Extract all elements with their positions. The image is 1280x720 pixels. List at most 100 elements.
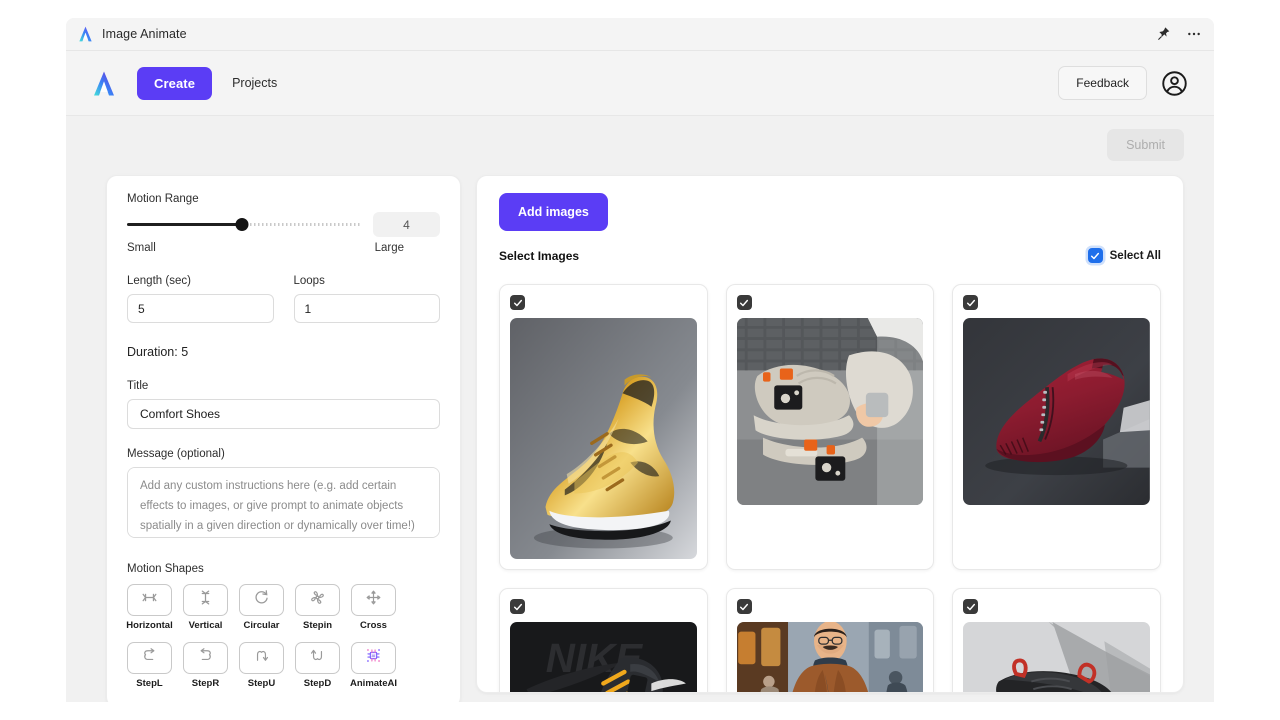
motion-shape-cross-button[interactable] [351, 584, 396, 616]
motion-shape-label: StepL [136, 678, 163, 689]
image-card[interactable] [952, 284, 1161, 570]
select-all-checkbox[interactable] [1087, 248, 1103, 263]
app-body: Submit Motion Range 4 Small Large Length… [66, 116, 1214, 702]
image-card-checkbox[interactable] [963, 295, 979, 310]
length-label: Length (sec) [127, 275, 191, 287]
step-right-arrow-icon [196, 646, 215, 670]
image-thumbnail [510, 318, 697, 559]
loops-input[interactable] [293, 294, 440, 323]
nav-projects-link[interactable]: Projects [228, 70, 281, 96]
image-card[interactable] [725, 588, 935, 692]
panels-container: Motion Range 4 Small Large Length (sec) … [66, 161, 1214, 702]
pin-icon[interactable] [1156, 26, 1172, 42]
image-card[interactable] [499, 284, 708, 570]
motion-range-row: 4 [127, 212, 440, 237]
image-card-checkbox[interactable] [963, 599, 979, 614]
motion-shapes-label: Motion Shapes [127, 563, 204, 575]
image-thumbnail [963, 622, 1150, 692]
motion-shape-cross: Cross [351, 584, 396, 631]
app-bar-right: Feedback [1058, 66, 1188, 100]
image-thumbnail [963, 318, 1150, 505]
step-down-arrow-icon [308, 646, 327, 670]
image-card-checkbox[interactable] [510, 599, 525, 614]
motion-shape-horizontal: Horizontal [126, 584, 173, 631]
select-all-control[interactable]: Select All [1087, 248, 1161, 263]
motion-shape-stepl: StepL [127, 642, 172, 689]
motion-shape-stepu-button[interactable] [239, 642, 284, 674]
primary-nav: Create Projects [137, 66, 281, 100]
motion-shape-stepu: StepU [239, 642, 284, 689]
length-field-group: Length (sec) [127, 275, 274, 323]
length-loops-row: Length (sec) Loops [127, 275, 440, 323]
motion-shape-label: StepR [191, 678, 220, 689]
title-bar-left: Image Animate [78, 26, 187, 42]
message-label: Message (optional) [127, 448, 225, 460]
images-grid: NIKE [499, 284, 1161, 692]
account-circle-icon[interactable] [1161, 70, 1188, 97]
title-bar-right [1156, 26, 1202, 42]
slider-remaining-track [242, 223, 362, 226]
image-card[interactable] [952, 588, 1161, 692]
select-images-label: Select Images [499, 248, 580, 263]
image-card[interactable]: NIKE [499, 588, 708, 692]
submit-row: Submit [66, 116, 1214, 161]
duration-text: Duration: 5 [127, 345, 189, 359]
slider-min-label: Small [127, 242, 156, 254]
motion-shape-horizontal-button[interactable] [127, 584, 172, 616]
select-images-row: Select Images Select All [499, 248, 1161, 263]
feedback-button[interactable]: Feedback [1058, 66, 1147, 100]
svg-text:AI: AI [372, 653, 376, 658]
motion-shapes-row-2: StepL StepR StepU StepD AI AnimateAI [127, 642, 440, 689]
motion-range-slider[interactable] [127, 217, 362, 233]
motion-shape-label: Vertical [188, 620, 223, 631]
motion-shape-animateai: AI AnimateAI [350, 642, 397, 689]
motion-shape-stepin-button[interactable] [295, 584, 340, 616]
app-title: Image Animate [102, 27, 187, 41]
image-thumbnail: NIKE [510, 622, 697, 692]
image-card-checkbox[interactable] [736, 599, 752, 614]
slider-thumb[interactable] [235, 218, 249, 231]
image-card-checkbox[interactable] [736, 295, 752, 310]
ellipsis-icon[interactable] [1186, 26, 1202, 42]
motion-shape-stepl-button[interactable] [127, 642, 172, 674]
app-navigation-bar: Create Projects Feedback [66, 51, 1214, 116]
motion-shape-label: Circular [243, 620, 280, 631]
horizontal-arrows-icon [140, 588, 159, 612]
app-logo-large-icon[interactable] [92, 70, 116, 97]
title-bar: Image Animate [66, 18, 1214, 51]
select-all-label: Select All [1109, 249, 1161, 262]
motion-shape-circular: Circular [239, 584, 284, 631]
motion-shapes-group: Motion Shapes Horizontal Vertical Circul… [126, 563, 440, 689]
length-input[interactable] [127, 294, 274, 323]
motion-shape-vertical-button[interactable] [183, 584, 228, 616]
motion-shape-label: StepU [247, 678, 276, 689]
motion-shape-stepr: StepR [183, 642, 228, 689]
title-input[interactable] [127, 399, 440, 429]
message-field-group: Message (optional) [127, 448, 440, 543]
step-up-arrow-icon [252, 646, 271, 670]
motion-shape-circular-button[interactable] [239, 584, 284, 616]
motion-shape-stepd-button[interactable] [295, 642, 340, 674]
image-thumbnail [736, 318, 924, 505]
submit-button[interactable]: Submit [1107, 129, 1184, 161]
motion-shapes-row-1: Horizontal Vertical Circular Stepin Cros… [126, 584, 440, 631]
message-textarea[interactable] [127, 467, 440, 538]
motion-shape-label: Stepin [302, 620, 333, 631]
motion-shape-stepin: Stepin [295, 584, 340, 631]
cross-arrows-icon [364, 588, 383, 612]
nav-create-button[interactable]: Create [137, 66, 213, 100]
slider-end-labels: Small Large [127, 242, 404, 254]
add-images-button[interactable]: Add images [499, 193, 608, 231]
title-label: Title [127, 380, 149, 392]
motion-range-value: 4 [373, 212, 440, 237]
rotate-circular-icon [252, 588, 271, 612]
motion-shape-stepr-button[interactable] [183, 642, 228, 674]
image-card-checkbox[interactable] [510, 295, 525, 310]
image-card[interactable] [725, 284, 935, 570]
motion-shape-animateai-button[interactable]: AI [351, 642, 396, 674]
slider-filled-track [127, 223, 243, 226]
motion-range-label: Motion Range [127, 193, 199, 205]
title-field-group: Title [127, 380, 440, 429]
slider-max-label: Large [374, 242, 404, 254]
motion-shape-label: AnimateAI [350, 678, 397, 689]
